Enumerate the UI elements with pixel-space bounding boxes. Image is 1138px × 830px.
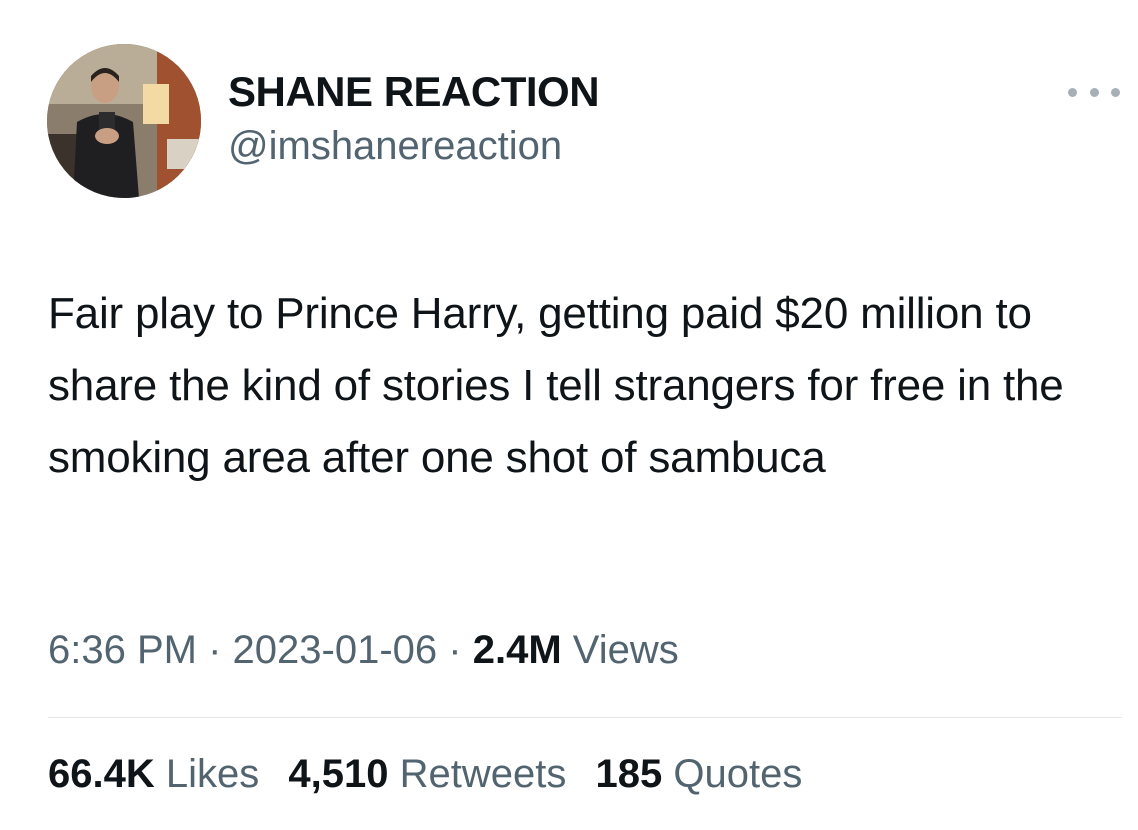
meta-separator: · [208,628,222,672]
engagement-stats: 66.4K Likes 4,510 Retweets 185 Quotes [48,752,820,797]
retweets-count: 4,510 [288,752,389,796]
likes-stat[interactable]: 66.4K Likes [48,752,270,796]
avatar-photo [47,44,201,198]
tweet-time[interactable]: 6:36 PM [48,628,197,672]
views-count: 2.4M [472,628,562,672]
quotes-label: Quotes [673,752,803,796]
retweets-stat[interactable]: 4,510 Retweets [288,752,577,796]
quotes-count: 185 [595,752,663,796]
more-horizontal-icon [1068,87,1077,97]
author-display-name[interactable]: SHANE REACTION [228,68,600,116]
likes-label: Likes [165,752,260,796]
tweet-text: Fair play to Prince Harry, getting paid … [48,289,1064,482]
meta-separator: · [448,628,462,672]
more-options-button[interactable] [1068,80,1120,104]
tweet-meta: 6:36 PM · 2023-01-06 · 2.4M Views [48,628,679,673]
retweets-label: Retweets [399,752,567,796]
divider [48,717,1122,718]
quotes-stat[interactable]: 185 Quotes [596,752,803,796]
tweet-date[interactable]: 2023-01-06 [233,628,438,672]
author-handle[interactable]: @imshanereaction [228,124,562,169]
more-horizontal-icon [1111,87,1120,97]
avatar[interactable] [47,44,201,198]
likes-count: 66.4K [48,752,155,796]
views-label: Views [572,628,679,672]
more-horizontal-icon [1089,87,1099,97]
